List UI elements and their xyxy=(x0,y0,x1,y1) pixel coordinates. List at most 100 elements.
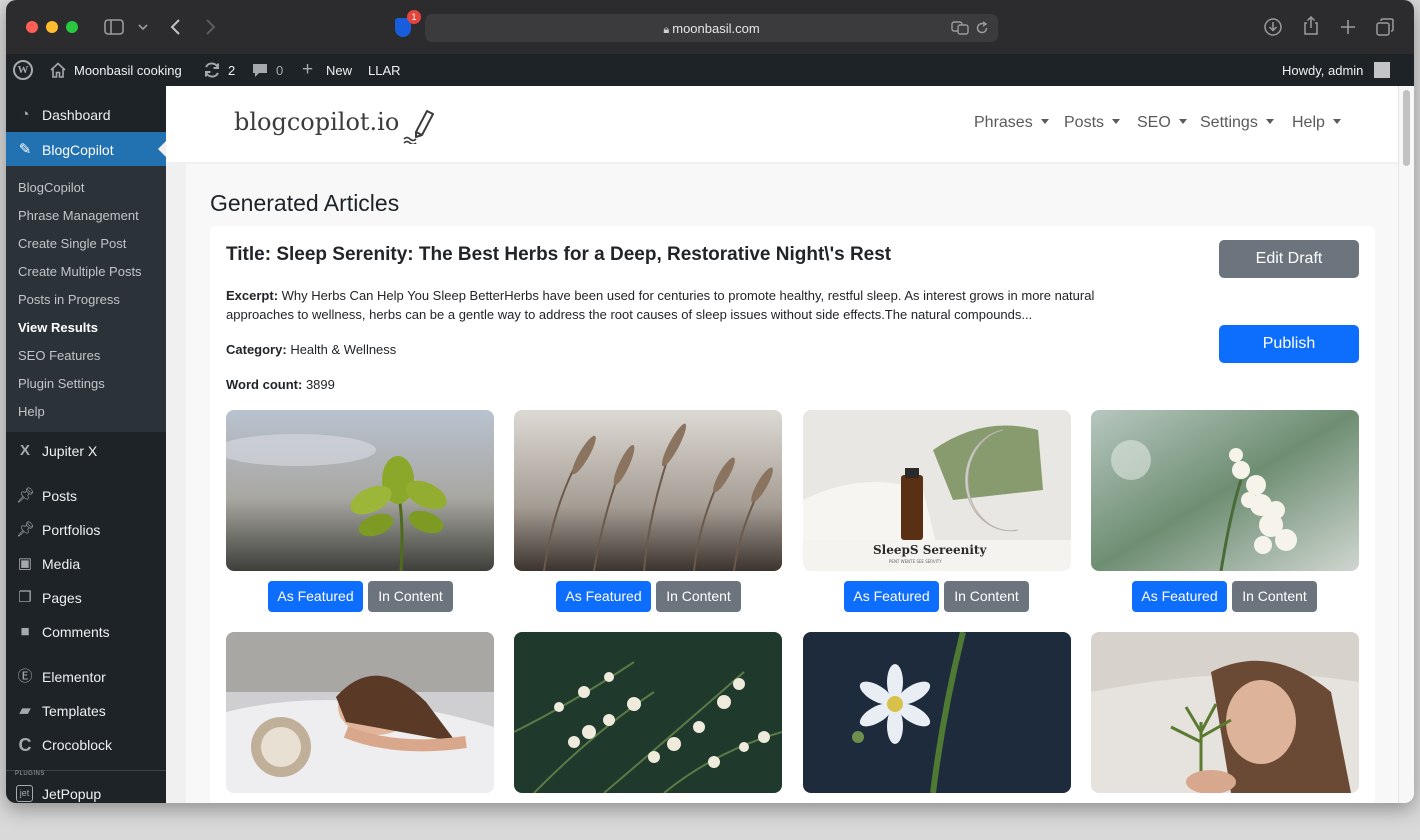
nav-seo-dropdown[interactable]: SEO xyxy=(1137,114,1187,132)
lock-icon: 🔒︎ xyxy=(663,24,673,36)
elementor-icon: Ⓔ xyxy=(17,668,33,685)
article-category: Category: Health & Wellness xyxy=(226,342,397,357)
wordpress-logo-icon[interactable]: W xyxy=(13,60,33,80)
sidebar-item-crocoblock[interactable]: C Crocoblock xyxy=(6,727,166,761)
submenu-create-single-post[interactable]: Create Single Post xyxy=(18,236,126,251)
zoom-window-button[interactable] xyxy=(66,21,78,33)
chamomile-flower-image[interactable] xyxy=(803,632,1071,793)
wp-admin-bar: W Moonbasil cooking 2 0 + New LLAR Howdy… xyxy=(6,54,1414,86)
in-content-button[interactable]: In Content xyxy=(368,581,453,612)
sidebar-item-jupiter-x[interactable]: X Jupiter X xyxy=(6,433,166,467)
image-caption: SleepS Sereenity xyxy=(873,543,987,557)
submenu-seo-features[interactable]: SEO Features xyxy=(18,348,100,363)
caret-down-icon xyxy=(1178,119,1187,124)
as-featured-button[interactable]: As Featured xyxy=(268,581,363,612)
article-excerpt: Excerpt: Why Herbs Can Help You Sleep Be… xyxy=(226,288,1095,322)
woman-sleeping-clock-image[interactable] xyxy=(226,632,494,793)
dashboard-icon: ◔ xyxy=(20,106,30,123)
publish-button[interactable]: Publish xyxy=(1219,325,1359,363)
nav-settings-dropdown[interactable]: Settings xyxy=(1200,114,1274,132)
sidebar-item-posts[interactable]: 📌︎ Posts xyxy=(6,478,166,512)
browser-window: 1 🔒︎ moonbasil.com W Moonbasil cooking 2… xyxy=(6,0,1414,803)
wp-admin-sidebar: ◔ Dashboard ✎ BlogCopilot BlogCopilot Ph… xyxy=(6,86,166,803)
nav-phrases-dropdown[interactable]: Phrases xyxy=(974,114,1049,132)
caret-down-icon xyxy=(1332,119,1341,124)
sidebar-item-blogcopilot[interactable]: ✎ BlogCopilot xyxy=(6,132,166,166)
site-name-link[interactable]: Moonbasil cooking xyxy=(74,63,182,78)
address-bar[interactable]: 🔒︎ moonbasil.com xyxy=(425,14,998,42)
image-subcaption: PENT WENTE SEE SERVITY xyxy=(889,559,942,564)
jupiter-x-icon: X xyxy=(19,442,30,459)
as-featured-button[interactable]: As Featured xyxy=(844,581,939,612)
submenu-view-results[interactable]: View Results xyxy=(18,320,98,335)
minimize-window-button[interactable] xyxy=(46,21,58,33)
grass-plumes-image[interactable] xyxy=(514,410,782,571)
white-flowers-image[interactable] xyxy=(1091,410,1359,571)
howdy-admin[interactable]: Howdy, admin xyxy=(1282,63,1363,78)
folder-icon: ▰ xyxy=(19,702,31,719)
sidebar-item-jetpopup[interactable]: jet JetPopup xyxy=(6,776,166,803)
sidebar-item-pages[interactable]: ❐ Pages xyxy=(6,580,166,614)
submenu-create-multiple-posts[interactable]: Create Multiple Posts xyxy=(18,264,142,279)
chevron-down-icon[interactable] xyxy=(138,24,148,31)
plus-icon[interactable]: + xyxy=(302,59,313,81)
brand-logo[interactable]: blogcopilot.io xyxy=(234,108,399,136)
reload-icon[interactable] xyxy=(975,21,989,35)
article-card: Title: Sleep Serenity: The Best Herbs fo… xyxy=(210,226,1375,803)
sidebar-item-comments[interactable]: ■ Comments xyxy=(6,614,166,648)
nav-help-dropdown[interactable]: Help xyxy=(1292,114,1341,132)
new-tab-icon[interactable] xyxy=(1340,19,1356,35)
media-icon: ▣ xyxy=(17,555,33,572)
home-icon[interactable] xyxy=(50,62,66,78)
sidebar-item-elementor[interactable]: Ⓔ Elementor xyxy=(6,659,166,693)
tabs-icon[interactable] xyxy=(1376,18,1394,36)
comments-count[interactable]: 0 xyxy=(276,63,283,78)
avatar[interactable] xyxy=(1374,62,1390,78)
sidebar-item-media[interactable]: ▣ Media xyxy=(6,546,166,580)
in-content-button[interactable]: In Content xyxy=(1232,581,1317,612)
comment-bubble-icon: ■ xyxy=(20,623,30,640)
main-content: blogcopilot.io Phrases Posts SEO Setting… xyxy=(166,86,1398,803)
sidebar-item-dashboard[interactable]: ◔ Dashboard xyxy=(6,97,166,131)
page-scrollbar[interactable] xyxy=(1398,86,1414,803)
white-blossoms-image[interactable] xyxy=(514,632,782,793)
oil-bottle-moon-image[interactable]: SleepS Sereenity PENT WENTE SEE SERVITY xyxy=(803,410,1071,571)
scrollbar-thumb[interactable] xyxy=(1403,90,1410,166)
updates-count[interactable]: 2 xyxy=(228,63,235,78)
close-window-button[interactable] xyxy=(26,21,38,33)
nav-posts-dropdown[interactable]: Posts xyxy=(1064,114,1121,132)
green-leaf-sky-image[interactable] xyxy=(226,410,494,571)
in-content-button[interactable]: In Content xyxy=(944,581,1029,612)
submenu-help[interactable]: Help xyxy=(18,404,45,419)
new-content-link[interactable]: New xyxy=(326,63,352,78)
pushpin-icon: 📌︎ xyxy=(16,487,36,504)
caret-down-icon xyxy=(1265,119,1274,124)
comments-icon[interactable] xyxy=(252,63,268,78)
forward-icon[interactable] xyxy=(205,18,217,36)
translate-icon[interactable] xyxy=(951,21,969,35)
pages-icon: ❐ xyxy=(18,589,32,606)
caret-down-icon xyxy=(1112,119,1121,124)
pencil-icon: ✎ xyxy=(18,141,32,158)
submenu-blogcopilot[interactable]: BlogCopilot xyxy=(18,180,85,195)
sidebar-item-portfolios[interactable]: 📌︎ Portfolios xyxy=(6,512,166,546)
as-featured-button[interactable]: As Featured xyxy=(556,581,651,612)
submenu-posts-in-progress[interactable]: Posts in Progress xyxy=(18,292,120,307)
as-featured-button[interactable]: As Featured xyxy=(1132,581,1227,612)
sidebar-item-templates[interactable]: ▰ Templates xyxy=(6,693,166,727)
submenu-plugin-settings[interactable]: Plugin Settings xyxy=(18,376,105,391)
back-icon[interactable] xyxy=(169,18,181,36)
plugin-navbar: blogcopilot.io Phrases Posts SEO Setting… xyxy=(166,86,1398,162)
woman-leaf-pillow-image[interactable] xyxy=(1091,632,1359,793)
sidebar-icon[interactable] xyxy=(104,19,124,35)
pushpin-icon: 📌︎ xyxy=(16,521,36,538)
download-icon[interactable] xyxy=(1264,18,1282,36)
llar-link[interactable]: LLAR xyxy=(368,63,401,78)
in-content-button[interactable]: In Content xyxy=(656,581,741,612)
submenu-phrase-management[interactable]: Phrase Management xyxy=(18,208,139,223)
share-icon[interactable] xyxy=(1303,15,1319,36)
jetpopup-icon: jet xyxy=(16,785,33,802)
edit-draft-button[interactable]: Edit Draft xyxy=(1219,240,1359,278)
article-wordcount: Word count: 3899 xyxy=(226,377,335,392)
updates-icon[interactable] xyxy=(203,62,221,78)
